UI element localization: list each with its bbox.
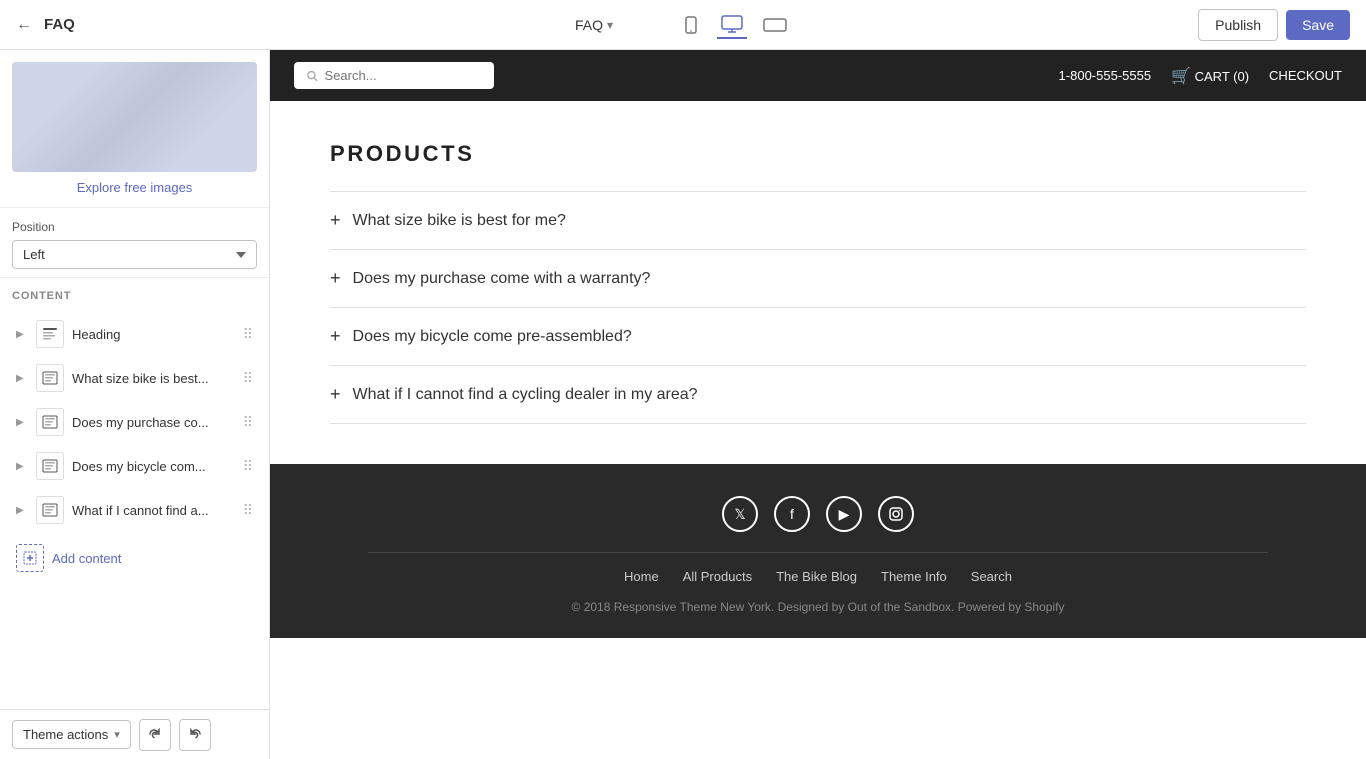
position-select[interactable]: Left Right Center xyxy=(12,240,257,269)
drag-handle-icon[interactable]: ⠿ xyxy=(243,326,253,343)
drag-handle-icon[interactable]: ⠿ xyxy=(243,370,253,387)
faq-question-text: What size bike is best for me? xyxy=(353,212,566,230)
store-footer: 𝕏 f ▶ Home All Products The B xyxy=(270,464,1366,638)
faq-dropdown[interactable]: FAQ ▾ xyxy=(575,17,613,33)
faq-question-item[interactable]: + What size bike is best for me? xyxy=(330,191,1306,249)
expand-arrow-icon: ▶ xyxy=(16,417,28,428)
youtube-social-icon[interactable]: ▶ xyxy=(826,496,862,532)
drag-handle-icon[interactable]: ⠿ xyxy=(243,414,253,431)
store-header: 1-800-555-5555 🛒 CART (0) CHECKOUT xyxy=(270,50,1366,101)
faq-item-2-label: Does my purchase co... xyxy=(72,415,243,430)
image-placeholder xyxy=(12,62,257,172)
footer-social: 𝕏 f ▶ xyxy=(294,496,1342,532)
redo-button[interactable] xyxy=(179,719,211,751)
cart-icon: 🛒 xyxy=(1171,68,1191,85)
faq-item-icon xyxy=(36,452,64,480)
twitter-social-icon[interactable]: 𝕏 xyxy=(722,496,758,532)
list-item[interactable]: ▶ Does my bicycle com... ⠿ xyxy=(12,444,257,488)
content-header: CONTENT xyxy=(12,290,257,302)
preview-area: 1-800-555-5555 🛒 CART (0) CHECKOUT PRODU… xyxy=(270,50,1366,759)
faq-expand-icon: + xyxy=(330,326,341,347)
mobile-view-icon[interactable] xyxy=(677,11,705,39)
add-content-button[interactable]: Add content xyxy=(12,536,257,580)
content-section: CONTENT ▶ Heading ⠿ xyxy=(0,278,269,592)
list-item[interactable]: ▶ What if I cannot find a... ⠿ xyxy=(12,488,257,532)
drag-handle-icon[interactable]: ⠿ xyxy=(243,458,253,475)
faq-expand-icon: + xyxy=(330,268,341,289)
footer-link-all-products[interactable]: All Products xyxy=(683,569,752,584)
faq-item-icon xyxy=(36,364,64,392)
footer-link-theme-info[interactable]: Theme Info xyxy=(881,569,947,584)
heading-item-label: Heading xyxy=(72,327,243,342)
faq-expand-icon: + xyxy=(330,384,341,405)
theme-actions-bar: Theme actions ▾ xyxy=(0,709,269,759)
cart-label[interactable]: 🛒 CART (0) xyxy=(1171,66,1249,86)
undo-button[interactable] xyxy=(139,719,171,751)
widescreen-view-icon[interactable] xyxy=(759,12,791,38)
faq-item-3-label: Does my bicycle com... xyxy=(72,459,243,474)
expand-arrow-icon: ▶ xyxy=(16,373,28,384)
heading-icon xyxy=(36,320,64,348)
faq-item-icon xyxy=(36,408,64,436)
faq-question-item[interactable]: + Does my bicycle come pre-assembled? xyxy=(330,307,1306,365)
expand-arrow-icon: ▶ xyxy=(16,329,28,340)
cart-text: CART (0) xyxy=(1195,69,1249,84)
explore-images-link[interactable]: Explore free images xyxy=(12,180,257,195)
theme-actions-button[interactable]: Theme actions ▾ xyxy=(12,720,131,749)
publish-button[interactable]: Publish xyxy=(1198,9,1278,41)
list-item[interactable]: ▶ Heading ⠿ xyxy=(12,312,257,356)
faq-item-1-label: What size bike is best... xyxy=(72,371,243,386)
add-content-label: Add content xyxy=(52,551,121,566)
checkout-label[interactable]: CHECKOUT xyxy=(1269,68,1342,83)
save-button[interactable]: Save xyxy=(1286,10,1350,40)
list-item[interactable]: ▶ What size bike is best... ⠿ xyxy=(12,356,257,400)
add-content-icon xyxy=(16,544,44,572)
faq-item-4-label: What if I cannot find a... xyxy=(72,503,243,518)
footer-link-search[interactable]: Search xyxy=(971,569,1012,584)
footer-links: Home All Products The Bike Blog Theme In… xyxy=(294,569,1342,584)
position-label: Position xyxy=(12,220,257,234)
faq-question-text: Does my purchase come with a warranty? xyxy=(353,270,651,288)
theme-actions-arrow-icon: ▾ xyxy=(114,728,120,741)
faq-question-item[interactable]: + Does my purchase come with a warranty? xyxy=(330,249,1306,307)
expand-arrow-icon: ▶ xyxy=(16,505,28,516)
faq-question-text: What if I cannot find a cycling dealer i… xyxy=(353,386,698,404)
faq-main-content: PRODUCTS + What size bike is best for me… xyxy=(270,101,1366,464)
footer-divider xyxy=(368,552,1268,553)
desktop-view-icon[interactable] xyxy=(717,11,747,39)
image-section: Explore free images xyxy=(0,50,269,208)
theme-actions-label: Theme actions xyxy=(23,727,108,742)
back-button[interactable]: ← xyxy=(16,16,32,34)
faq-item-icon xyxy=(36,496,64,524)
faq-question-text: Does my bicycle come pre-assembled? xyxy=(353,328,632,346)
footer-copyright: © 2018 Responsive Theme New York. Design… xyxy=(294,600,1342,614)
position-section: Position Left Right Center xyxy=(0,208,269,278)
faq-question-item[interactable]: + What if I cannot find a cycling dealer… xyxy=(330,365,1306,424)
page-title: FAQ xyxy=(44,16,75,33)
footer-link-home[interactable]: Home xyxy=(624,569,659,584)
preview-frame: 1-800-555-5555 🛒 CART (0) CHECKOUT PRODU… xyxy=(270,50,1366,759)
faq-section-title: PRODUCTS xyxy=(330,141,1306,167)
store-search[interactable] xyxy=(294,62,494,89)
facebook-social-icon[interactable]: f xyxy=(774,496,810,532)
footer-link-bike-blog[interactable]: The Bike Blog xyxy=(776,569,857,584)
store-phone: 1-800-555-5555 xyxy=(1059,68,1152,83)
expand-arrow-icon: ▶ xyxy=(16,461,28,472)
drag-handle-icon[interactable]: ⠿ xyxy=(243,502,253,519)
store-nav-right: 1-800-555-5555 🛒 CART (0) CHECKOUT xyxy=(1059,66,1342,86)
instagram-social-icon[interactable] xyxy=(878,496,914,532)
faq-expand-icon: + xyxy=(330,210,341,231)
search-input[interactable] xyxy=(325,68,482,83)
list-item[interactable]: ▶ Does my purchase co... ⠿ xyxy=(12,400,257,444)
